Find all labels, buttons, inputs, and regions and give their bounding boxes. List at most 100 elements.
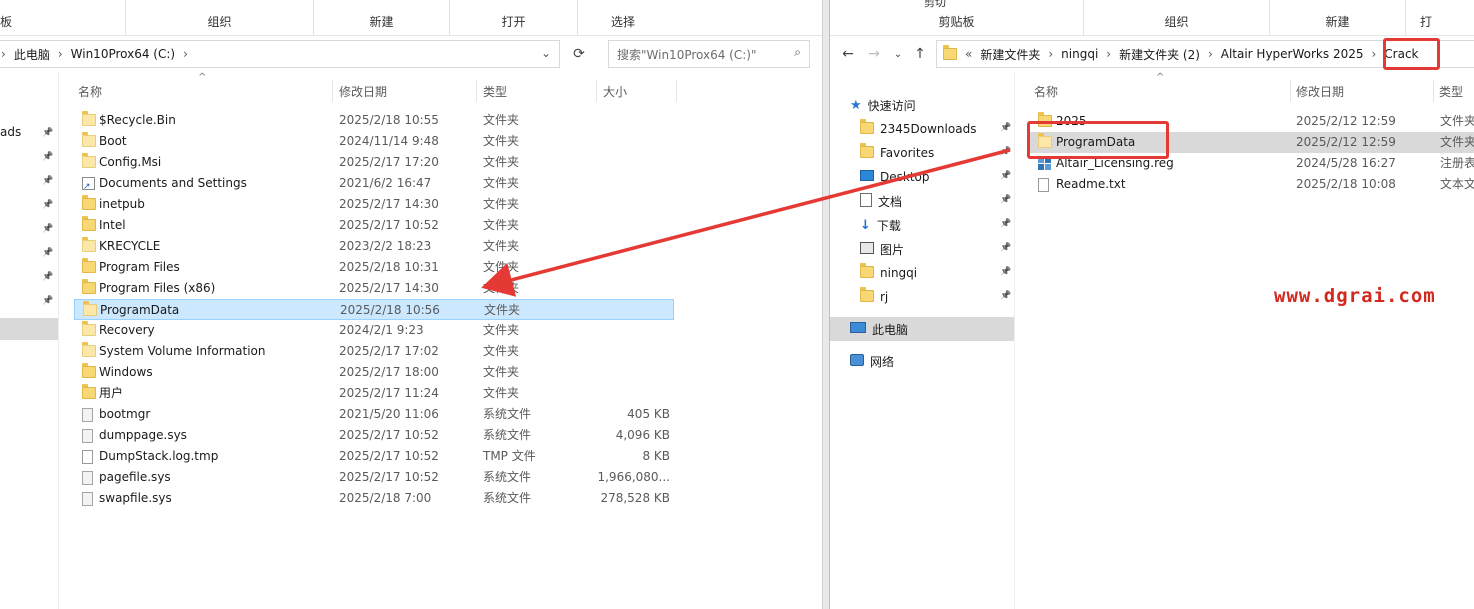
pin-icon[interactable]: 📌: [42, 248, 53, 258]
table-row[interactable]: DumpStack.log.tmp 2025/2/17 10:52 TMP 文件 8 …: [74, 446, 674, 467]
nav-item[interactable]: rj 📌: [830, 285, 1014, 309]
column-date-header[interactable]: 修改日期: [333, 80, 477, 102]
table-row[interactable]: Readme.txt 2025/2/18 10:08 文本文: [1028, 174, 1474, 195]
desktop-icon: [860, 170, 874, 181]
file-size: [594, 278, 670, 299]
table-row[interactable]: Windows 2025/2/17 18:00 文件夹: [74, 362, 674, 383]
chevron-down-icon[interactable]: ⌄: [541, 46, 551, 60]
pin-icon[interactable]: 📌: [1000, 147, 1011, 157]
ribbon-group-open[interactable]: 打: [1406, 0, 1474, 36]
table-row[interactable]: Boot 2024/11/14 9:48 文件夹: [74, 131, 674, 152]
table-row[interactable]: pagefile.sys 2025/2/17 10:52 系统文件 1,966,080…: [74, 467, 674, 488]
table-row[interactable]: Config.Msi 2025/2/17 17:20 文件夹: [74, 152, 674, 173]
pin-icon[interactable]: 📌: [1000, 171, 1011, 181]
table-row[interactable]: Recovery 2024/2/1 9:23 文件夹: [74, 320, 674, 341]
file-name: Program Files (x86): [99, 281, 216, 295]
pin-icon[interactable]: 📌: [1000, 243, 1011, 253]
pane-splitter[interactable]: [58, 72, 59, 609]
forward-arrow-icon[interactable]: →: [864, 44, 884, 64]
breadcrumb-item[interactable]: 新建文件夹 (2): [1113, 46, 1206, 63]
column-name-header[interactable]: 名称: [1028, 80, 1290, 102]
chevron-right-icon: ›: [57, 47, 63, 61]
nav-item[interactable]: Desktop 📌: [830, 165, 1014, 189]
table-row[interactable]: Program Files 2025/2/18 10:31 文件夹: [74, 257, 674, 278]
up-arrow-icon[interactable]: ↑: [910, 44, 930, 64]
breadcrumb-item[interactable]: Altair HyperWorks 2025: [1215, 47, 1370, 61]
pin-icon[interactable]: 📌: [1000, 291, 1011, 301]
pin-icon[interactable]: 📌: [42, 224, 53, 234]
table-row[interactable]: Documents and Settings 2021/6/2 16:47 文件夹: [74, 173, 674, 194]
file-size: [594, 215, 670, 236]
table-row[interactable]: 用户 2025/2/17 11:24 文件夹: [74, 383, 674, 404]
nav-item[interactable]: Favorites 📌: [830, 141, 1014, 165]
ribbon-group-new[interactable]: 新建: [314, 0, 450, 36]
nav-item[interactable]: 图片 📌: [830, 237, 1014, 261]
column-name-header[interactable]: 名称: [72, 80, 332, 102]
breadcrumb-item[interactable]: 新建文件夹: [974, 46, 1046, 63]
table-row[interactable]: System Volume Information 2025/2/17 17:02…: [74, 341, 674, 362]
cut-label[interactable]: 剪切: [830, 0, 946, 10]
column-size-header[interactable]: 大小: [597, 80, 677, 102]
ribbon-group-select[interactable]: 选择: [578, 0, 668, 36]
table-row[interactable]: Intel 2025/2/17 10:52 文件夹: [74, 215, 674, 236]
address-bar[interactable]: › 此电脑 › Win10Prox64 (C:) › ⌄: [0, 40, 560, 68]
breadcrumb-item[interactable]: ningqi: [1055, 47, 1104, 61]
file-icon: [82, 450, 93, 464]
column-label: 修改日期: [339, 84, 388, 99]
table-row[interactable]: swapfile.sys 2025/2/18 7:00 系统文件 278,528 KB: [74, 488, 674, 509]
file-date: 2025/2/17 10:52: [339, 428, 439, 442]
column-date-header[interactable]: 修改日期: [1290, 80, 1434, 102]
nav-item[interactable]: 此电脑: [830, 317, 1014, 341]
ribbon-group-open[interactable]: 打开: [450, 0, 578, 36]
nav-item[interactable]: ningqi 📌: [830, 261, 1014, 285]
search-input[interactable]: 搜索"Win10Prox64 (C:)" ⌕: [608, 40, 810, 68]
nav-item[interactable]: ↓ 下载 📌: [830, 213, 1014, 237]
folder-icon: [82, 132, 96, 147]
column-divider[interactable]: [676, 80, 677, 102]
pin-icon[interactable]: 📌: [42, 272, 53, 282]
picture-icon: [860, 241, 874, 254]
table-row[interactable]: Program Files (x86) 2025/2/17 14:30 文件夹: [74, 278, 674, 299]
file-date: 2025/2/12 12:59: [1296, 114, 1396, 128]
table-row[interactable]: $Recycle.Bin 2025/2/18 10:55 文件夹: [74, 110, 674, 131]
pin-icon[interactable]: 📌: [42, 200, 53, 210]
table-row[interactable]: ProgramData 2025/2/18 10:56 文件夹: [74, 299, 674, 320]
column-type-header[interactable]: 类型: [1433, 80, 1474, 102]
table-row[interactable]: bootmgr 2021/5/20 11:06 系统文件 405 KB: [74, 404, 674, 425]
pin-icon[interactable]: 📌: [42, 128, 53, 138]
nav-item-downloads-partial[interactable]: ads: [0, 120, 21, 144]
pin-icon[interactable]: 📌: [42, 152, 53, 162]
nav-item-this-pc-selected[interactable]: [0, 318, 58, 340]
breadcrumb-drive-c[interactable]: Win10Prox64 (C:): [65, 47, 181, 61]
pane-splitter[interactable]: [1014, 72, 1015, 609]
ribbon-group-organize[interactable]: 组织: [1084, 0, 1270, 36]
ribbon-group-new[interactable]: 新建: [1270, 0, 1406, 36]
nav-item[interactable]: ★ 快速访问: [830, 93, 1014, 117]
pin-icon[interactable]: 📌: [1000, 219, 1011, 229]
nav-item[interactable]: 网络: [830, 349, 1014, 373]
pin-icon[interactable]: 📌: [42, 176, 53, 186]
breadcrumb-this-pc[interactable]: 此电脑: [8, 46, 56, 63]
search-icon[interactable]: ⌕: [794, 45, 801, 60]
back-arrow-icon[interactable]: ←: [838, 44, 858, 64]
ribbon-group-organize[interactable]: 组织: [126, 0, 314, 36]
column-type-header[interactable]: 类型: [477, 80, 597, 102]
right-explorer-window: 剪切 剪贴板 组织 新建 打 ← → ⌄ ↑ « 新建文件夹 › ningqi › 新建…: [830, 0, 1474, 609]
chevron-down-icon[interactable]: ⌄: [888, 44, 908, 64]
breadcrumb-overflow[interactable]: «: [963, 47, 974, 61]
nav-item[interactable]: 文档 📌: [830, 189, 1014, 213]
table-row[interactable]: dumppage.sys 2025/2/17 10:52 系统文件 4,096 KB: [74, 425, 674, 446]
chevron-right-icon: ›: [1371, 47, 1377, 61]
table-row[interactable]: inetpub 2025/2/17 14:30 文件夹: [74, 194, 674, 215]
pin-icon[interactable]: 📌: [42, 296, 53, 306]
chevron-right-icon: ›: [183, 47, 188, 61]
refresh-icon[interactable]: ⟳: [568, 44, 590, 64]
pin-icon[interactable]: 📌: [1000, 123, 1011, 133]
column-label: 名称: [1034, 84, 1059, 99]
ribbon-group-clipboard[interactable]: 剪切 剪贴板: [830, 0, 1084, 36]
file-name: swapfile.sys: [99, 491, 172, 505]
nav-item[interactable]: 2345Downloads 📌: [830, 117, 1014, 141]
pin-icon[interactable]: 📌: [1000, 267, 1011, 277]
table-row[interactable]: KRECYCLE 2023/2/2 18:23 文件夹: [74, 236, 674, 257]
pin-icon[interactable]: 📌: [1000, 195, 1011, 205]
